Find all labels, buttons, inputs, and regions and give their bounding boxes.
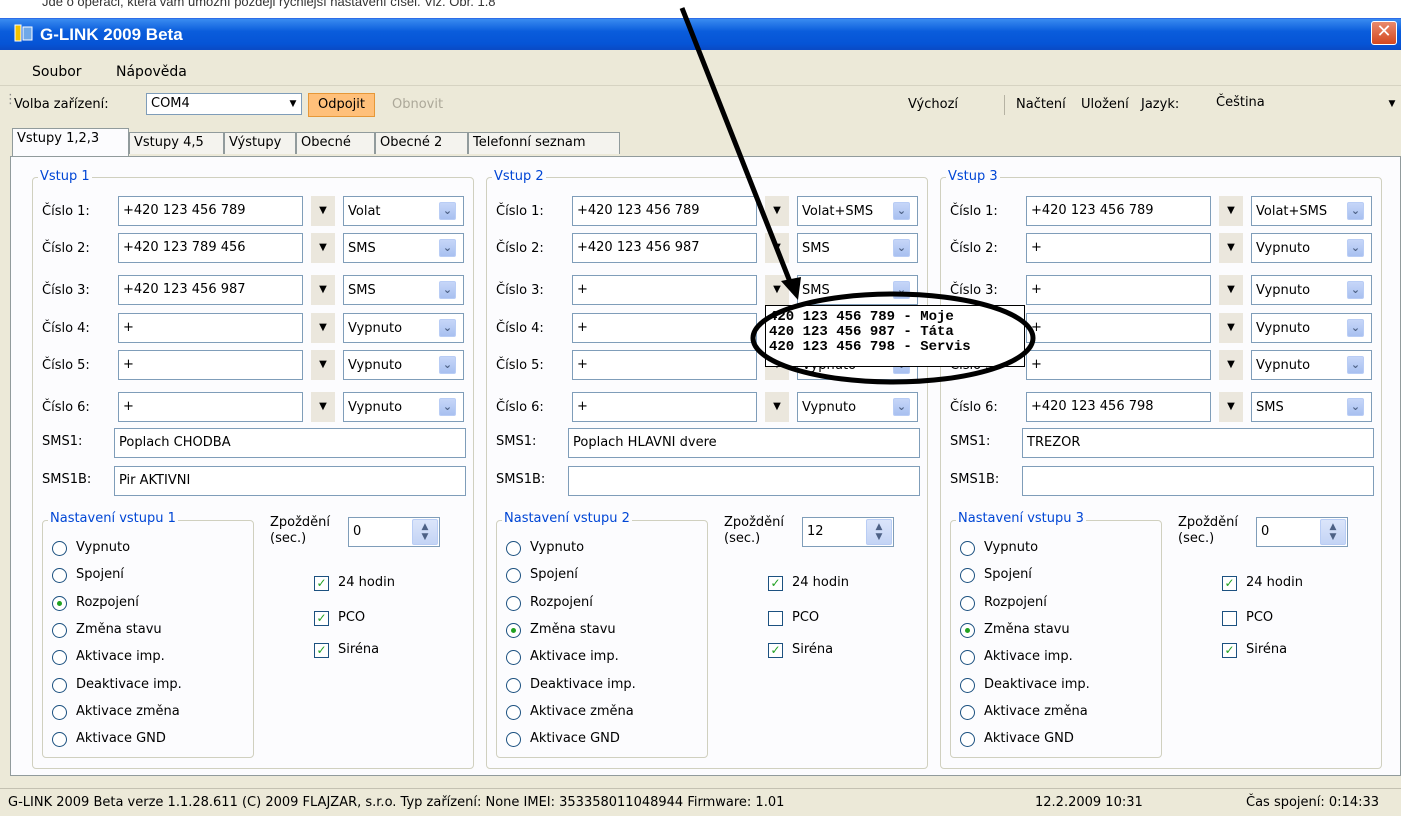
status-connection-time: Čas spojení: 0:14:33	[1246, 795, 1380, 810]
annotation-ellipse	[750, 291, 1036, 385]
annotation-arrow-line	[679, 7, 797, 293]
status-datetime: 12.2.2009 10:31	[1035, 795, 1143, 810]
status-app-info: G-LINK 2009 Beta verze 1.1.28.611 (C) 20…	[8, 795, 785, 810]
annotation-overlay	[679, 7, 1036, 385]
annotation-arrow-head	[781, 277, 801, 300]
status-bar: G-LINK 2009 Beta verze 1.1.28.611 (C) 20…	[0, 788, 1401, 816]
